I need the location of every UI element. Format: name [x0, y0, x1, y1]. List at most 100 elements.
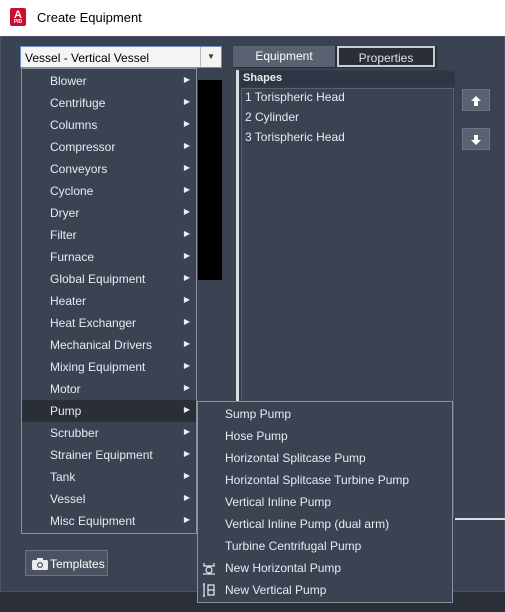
menu-item-label: Vessel — [50, 492, 86, 506]
templates-button[interactable]: Templates — [25, 550, 108, 576]
submenu-item-horizontal-splitcase-pump[interactable]: Horizontal Splitcase Pump — [198, 447, 452, 469]
chevron-right-icon: ▶ — [183, 427, 190, 436]
menu-item-dryer[interactable]: Dryer ▶ — [22, 202, 196, 224]
chevron-right-icon: ▶ — [183, 295, 190, 304]
menu-item-label: Heat Exchanger — [50, 316, 137, 330]
menu-item-global-equipment[interactable]: Global Equipment ▶ — [22, 268, 196, 290]
submenu-item-new-vertical-pump[interactable]: New Vertical Pump — [198, 579, 452, 601]
menu-item-cyclone[interactable]: Cyclone ▶ — [22, 180, 196, 202]
submenu-item-label: Vertical Inline Pump — [225, 495, 332, 509]
chevron-right-icon: ▶ — [183, 383, 190, 392]
menu-item-tank[interactable]: Tank ▶ — [22, 466, 196, 488]
chevron-right-icon: ▶ — [183, 251, 190, 260]
pump-submenu: Sump Pump Hose Pump Horizontal Splitcase P… — [197, 401, 453, 603]
submenu-item-label: New Vertical Pump — [225, 583, 327, 597]
horizontal-pump-icon — [202, 561, 216, 575]
menu-item-label: Global Equipment — [50, 272, 146, 286]
vertical-pump-icon — [202, 583, 216, 597]
chevron-right-icon: ▶ — [183, 97, 190, 106]
chevron-right-icon: ▶ — [183, 75, 190, 84]
move-down-button[interactable] — [462, 128, 490, 150]
chevron-right-icon: ▶ — [183, 119, 190, 128]
shapes-header: Shapes — [241, 72, 455, 86]
menu-item-heater[interactable]: Heater ▶ — [22, 290, 196, 312]
chevron-right-icon: ▶ — [183, 141, 190, 150]
equipment-preview — [198, 80, 222, 280]
menu-item-label: Blower — [50, 74, 87, 88]
equipment-category-menu: Blower ▶ Centrifuge ▶ Columns ▶ Compressor ▶ Con… — [21, 68, 197, 534]
submenu-item-label: Horizontal Splitcase Pump — [225, 451, 366, 465]
chevron-right-icon: ▶ — [183, 515, 190, 524]
chevron-right-icon: ▶ — [183, 493, 190, 502]
submenu-item-new-horizontal-pump[interactable]: New Horizontal Pump — [198, 557, 452, 579]
menu-item-label: Pump — [50, 404, 82, 418]
menu-item-label: Scrubber — [50, 426, 99, 440]
menu-item-label: Compressor — [50, 140, 116, 154]
menu-item-motor[interactable]: Motor ▶ — [22, 378, 196, 400]
chevron-down-icon[interactable]: ▼ — [200, 47, 221, 67]
tab-properties[interactable]: Properties — [337, 46, 435, 67]
menu-item-label: Misc Equipment — [50, 514, 136, 528]
menu-item-compressor[interactable]: Compressor ▶ — [22, 136, 196, 158]
submenu-item-sump-pump[interactable]: Sump Pump — [198, 403, 452, 425]
menu-item-label: Heater — [50, 294, 87, 308]
menu-item-blower[interactable]: Blower ▶ — [22, 70, 196, 92]
shape-row[interactable]: 1 Torispheric Head — [245, 90, 345, 104]
chevron-right-icon: ▶ — [183, 229, 190, 238]
menu-item-columns[interactable]: Columns ▶ — [22, 114, 196, 136]
window-title: Create Equipment — [37, 10, 142, 25]
menu-item-label: Conveyors — [50, 162, 108, 176]
menu-item-vessel[interactable]: Vessel ▶ — [22, 488, 196, 510]
menu-item-heat-exchanger[interactable]: Heat Exchanger ▶ — [22, 312, 196, 334]
menu-item-label: Cyclone — [50, 184, 94, 198]
submenu-item-vertical-inline-pump-dual-arm[interactable]: Vertical Inline Pump (dual arm) — [198, 513, 452, 535]
menu-item-furnace[interactable]: Furnace ▶ — [22, 246, 196, 268]
tab-bar: Equipment Properties — [233, 46, 437, 68]
menu-item-filter[interactable]: Filter ▶ — [22, 224, 196, 246]
arrow-up-icon — [471, 95, 481, 106]
menu-item-strainer-equipment[interactable]: Strainer Equipment ▶ — [22, 444, 196, 466]
menu-item-mechanical-drivers[interactable]: Mechanical Drivers ▶ — [22, 334, 196, 356]
menu-item-label: Tank — [50, 470, 76, 484]
submenu-item-vertical-inline-pump[interactable]: Vertical Inline Pump — [198, 491, 452, 513]
submenu-item-turbine-centrifugal-pump[interactable]: Turbine Centrifugal Pump — [198, 535, 452, 557]
submenu-item-label: Vertical Inline Pump (dual arm) — [225, 517, 390, 531]
menu-item-label: Filter — [50, 228, 77, 242]
equipment-type-select[interactable]: Vessel - Vertical Vessel ▼ — [20, 46, 222, 68]
divider — [455, 518, 505, 520]
menu-item-mixing-equipment[interactable]: Mixing Equipment ▶ — [22, 356, 196, 378]
menu-item-misc-equipment[interactable]: Misc Equipment ▶ — [22, 510, 196, 532]
submenu-item-horizontal-splitcase-turbine-pump[interactable]: Horizontal Splitcase Turbine Pump — [198, 469, 452, 491]
submenu-item-label: New Horizontal Pump — [225, 561, 342, 575]
tab-equipment[interactable]: Equipment — [233, 46, 335, 67]
chevron-right-icon: ▶ — [183, 471, 190, 480]
menu-item-pump[interactable]: Pump ▶ — [22, 400, 196, 422]
shape-row[interactable]: 2 Cylinder — [245, 110, 299, 124]
submenu-item-label: Horizontal Splitcase Turbine Pump — [225, 473, 410, 487]
equipment-type-selected-value: Vessel - Vertical Vessel — [25, 51, 150, 65]
title-bar: A PID Create Equipment — [0, 0, 505, 37]
submenu-item-label: Hose Pump — [225, 429, 288, 443]
menu-item-label: Furnace — [50, 250, 95, 264]
chevron-right-icon: ▶ — [183, 361, 190, 370]
chevron-right-icon: ▶ — [183, 185, 190, 194]
chevron-right-icon: ▶ — [183, 339, 190, 348]
shape-row[interactable]: 3 Torispheric Head — [245, 130, 345, 144]
menu-item-conveyors[interactable]: Conveyors ▶ — [22, 158, 196, 180]
templates-label: Templates — [50, 557, 105, 571]
menu-item-centrifuge[interactable]: Centrifuge ▶ — [22, 92, 196, 114]
chevron-right-icon: ▶ — [183, 405, 190, 414]
move-up-button[interactable] — [462, 89, 490, 111]
chevron-right-icon: ▶ — [183, 207, 190, 216]
menu-item-label: Columns — [50, 118, 98, 132]
menu-item-label: Mechanical Drivers — [50, 338, 153, 352]
submenu-item-hose-pump[interactable]: Hose Pump — [198, 425, 452, 447]
arrow-down-icon — [471, 134, 481, 145]
menu-item-label: Dryer — [50, 206, 80, 220]
menu-item-scrubber[interactable]: Scrubber ▶ — [22, 422, 196, 444]
menu-item-label: Centrifuge — [50, 96, 106, 110]
chevron-right-icon: ▶ — [183, 273, 190, 282]
submenu-item-label: Turbine Centrifugal Pump — [225, 539, 362, 553]
camera-icon — [32, 558, 48, 570]
chevron-right-icon: ▶ — [183, 317, 190, 326]
